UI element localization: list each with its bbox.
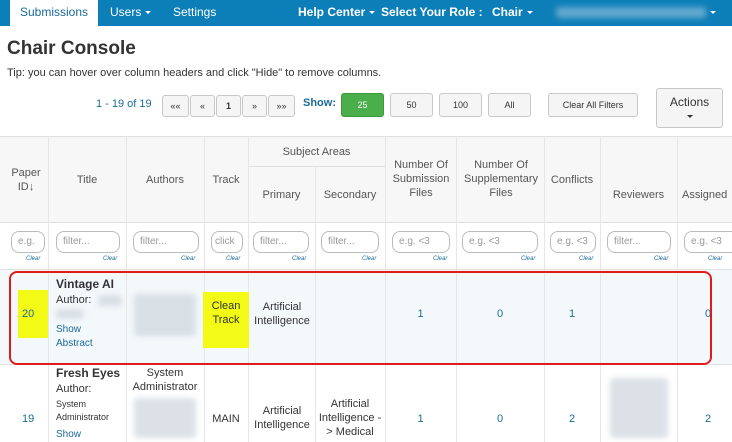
authors-redacted	[134, 398, 196, 438]
next-page-button[interactable]: »	[242, 95, 267, 117]
tab-settings[interactable]: Settings	[173, 0, 216, 26]
last-page-button[interactable]: »»	[268, 95, 295, 117]
page-size-50-button[interactable]: 50	[390, 93, 433, 117]
filter-paper-id[interactable]: e.g.	[11, 231, 45, 253]
user-menu-redacted[interactable]	[556, 7, 706, 18]
page-size-25-button[interactable]: 25	[341, 93, 384, 117]
supplementary-files-link[interactable]: 0	[456, 412, 544, 426]
reviewers-redacted	[610, 378, 668, 438]
select-role-label: Select Your Role :	[381, 5, 483, 19]
filter-supplementary-files[interactable]: e.g. <3	[462, 231, 538, 253]
conflicts-link[interactable]: 2	[544, 412, 600, 426]
tab-users[interactable]: Users	[110, 0, 152, 26]
chevron-down-icon	[369, 11, 376, 15]
page-title: Chair Console	[7, 38, 136, 59]
tip-text: Tip: you can hover over column headers a…	[7, 67, 382, 79]
filter-submission-files[interactable]: e.g. <3	[392, 231, 450, 253]
author-label: Author:	[56, 383, 92, 395]
column-header-assigned[interactable]: Assigned	[682, 188, 732, 202]
page-size-100-button[interactable]: 100	[439, 93, 482, 117]
column-header-subject-areas[interactable]: Subject Areas	[248, 145, 385, 159]
actions-label: Actions	[669, 95, 710, 109]
subject-areas-divider	[248, 166, 385, 167]
first-page-button[interactable]: ««	[162, 95, 189, 117]
column-header-track[interactable]: Track	[204, 173, 248, 187]
primary-subject: Artificial Intelligence	[254, 405, 310, 431]
tab-submissions[interactable]: Submissions	[10, 0, 98, 26]
help-center-menu[interactable]: Help Center	[298, 0, 376, 26]
paper-id-header-label: Paper ID	[11, 167, 41, 193]
clear-link[interactable]: Clear	[103, 256, 117, 262]
secondary-subject: Artificial Intelligence -> Medical	[318, 398, 382, 438]
filter-title[interactable]: filter...	[56, 231, 120, 253]
show-abstract-link[interactable]: Show	[56, 428, 81, 442]
chevron-down-icon	[526, 11, 533, 15]
clear-link[interactable]: Clear	[226, 256, 240, 262]
filter-conflicts[interactable]: e.g. <3	[550, 231, 596, 253]
header-divider	[0, 222, 732, 223]
tab-users-label: Users	[110, 5, 142, 19]
filter-track[interactable]: click	[211, 231, 243, 253]
actions-button[interactable]: Actions	[656, 88, 723, 128]
pager-info: 1 - 19 of 19	[96, 98, 152, 110]
column-header-paper-id[interactable]: Paper ID↓	[8, 166, 44, 194]
page-1-button[interactable]: 1	[216, 95, 241, 117]
column-header-conflicts[interactable]: Conflicts	[544, 173, 600, 187]
filter-authors[interactable]: filter...	[133, 231, 199, 253]
filter-reviewers[interactable]: filter...	[607, 231, 671, 253]
clear-link[interactable]: Clear	[654, 256, 668, 262]
clear-link[interactable]: Clear	[26, 256, 40, 262]
show-label: Show:	[303, 97, 336, 109]
help-center-label: Help Center	[298, 5, 366, 19]
clear-link[interactable]: Clear	[292, 256, 306, 262]
authors-text: System Administrator	[132, 367, 198, 393]
sort-desc-icon: ↓	[28, 181, 35, 193]
clear-link[interactable]: Clear	[579, 256, 593, 262]
filter-assigned[interactable]: e.g. <3	[684, 231, 732, 253]
clear-link[interactable]: Clear	[433, 256, 447, 262]
column-header-reviewers[interactable]: Reviewers	[600, 188, 677, 202]
column-header-primary[interactable]: Primary	[248, 188, 315, 202]
chevron-down-icon	[686, 115, 693, 119]
prev-page-button[interactable]: «	[190, 95, 215, 117]
top-navbar: Submissions Users Settings Help Center S…	[0, 0, 732, 26]
clear-all-filters-button[interactable]: Clear All Filters	[548, 93, 638, 117]
column-header-title[interactable]: Title	[48, 173, 126, 187]
filter-secondary[interactable]: filter...	[321, 231, 379, 253]
column-header-supplementary-files[interactable]: Number Of Supplementary Files	[460, 158, 542, 200]
clear-link[interactable]: Clear	[521, 256, 535, 262]
role-dropdown[interactable]: Chair	[492, 0, 533, 26]
filter-primary[interactable]: filter...	[253, 231, 309, 253]
track-label: MAIN	[212, 413, 240, 425]
column-header-authors[interactable]: Authors	[126, 173, 204, 187]
clear-link[interactable]: Clear	[181, 256, 195, 262]
chevron-down-icon	[710, 11, 716, 14]
clear-link[interactable]: Clear	[362, 256, 376, 262]
column-header-secondary[interactable]: Secondary	[315, 188, 385, 202]
chevron-down-icon	[145, 11, 152, 15]
column-header-submission-files[interactable]: Number Of Submission Files	[388, 158, 454, 200]
clear-link[interactable]: Clear	[708, 256, 722, 262]
submission-files-link[interactable]: 1	[385, 412, 456, 426]
role-label: Chair	[492, 5, 523, 19]
paper-title: Fresh Eyes	[56, 366, 121, 380]
page-size-all-button[interactable]: All	[488, 93, 531, 117]
assigned-link[interactable]: 2	[705, 412, 711, 426]
author-name: System Administrator	[56, 399, 110, 422]
paper-id-link[interactable]: 19	[22, 412, 34, 426]
annotation-highlight-box	[9, 271, 712, 365]
